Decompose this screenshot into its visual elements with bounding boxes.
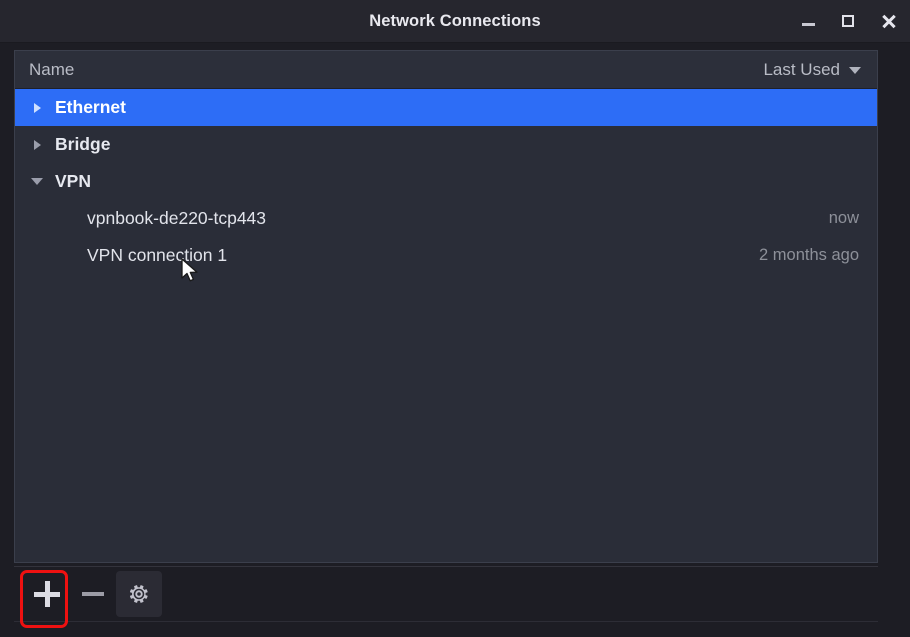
expander-collapsed-icon[interactable] bbox=[34, 102, 41, 113]
connections-panel: Name Last Used Ethernet Bridge VPN vpnbo… bbox=[14, 50, 878, 563]
maximize-button[interactable] bbox=[838, 11, 858, 31]
column-header-last-used-label: Last Used bbox=[763, 59, 840, 79]
group-label: Ethernet bbox=[55, 97, 126, 117]
list-row-group-bridge[interactable]: Bridge bbox=[15, 126, 877, 163]
column-header-last-used[interactable]: Last Used bbox=[763, 60, 861, 80]
column-header-name[interactable]: Name bbox=[29, 60, 74, 80]
group-label: Bridge bbox=[55, 134, 111, 154]
maximize-icon bbox=[842, 15, 854, 27]
edit-connection-button[interactable] bbox=[116, 571, 162, 617]
connection-last-used: 2 months ago bbox=[759, 246, 859, 264]
group-label: VPN bbox=[55, 171, 91, 191]
list-header: Name Last Used bbox=[15, 51, 877, 89]
network-connections-window: Network Connections Name Last Used Ether… bbox=[0, 0, 910, 637]
list-item-vpn-connection[interactable]: vpnbook-de220-tcp443 now bbox=[15, 200, 877, 237]
connection-last-used: now bbox=[828, 209, 859, 227]
expander-collapsed-icon[interactable] bbox=[34, 139, 41, 150]
bottom-toolbar bbox=[14, 566, 878, 622]
row-left: VPN bbox=[29, 171, 91, 192]
minus-icon bbox=[82, 591, 104, 597]
add-connection-button[interactable] bbox=[24, 571, 70, 617]
close-icon bbox=[881, 14, 896, 29]
close-button[interactable] bbox=[878, 11, 898, 31]
row-left: Bridge bbox=[29, 134, 110, 155]
plus-icon bbox=[34, 581, 60, 607]
connection-name: vpnbook-de220-tcp443 bbox=[87, 208, 267, 228]
connections-list: Ethernet Bridge VPN vpnbook-de220-tcp443… bbox=[15, 89, 877, 274]
window-title: Network Connections bbox=[369, 12, 541, 30]
minimize-button[interactable] bbox=[798, 11, 818, 31]
connection-name: VPN connection 1 bbox=[87, 245, 228, 265]
gear-icon bbox=[127, 582, 151, 606]
window-controls bbox=[798, 0, 898, 42]
title-bar: Network Connections bbox=[0, 0, 910, 43]
row-left: Ethernet bbox=[29, 97, 126, 118]
expander-expanded-icon[interactable] bbox=[31, 178, 43, 185]
list-item-vpn-connection[interactable]: VPN connection 1 2 months ago bbox=[15, 237, 877, 274]
remove-connection-button[interactable] bbox=[70, 571, 116, 617]
minimize-icon bbox=[801, 23, 815, 26]
list-row-group-vpn[interactable]: VPN bbox=[15, 163, 877, 200]
list-row-group-ethernet[interactable]: Ethernet bbox=[15, 89, 877, 126]
sort-descending-icon bbox=[849, 67, 861, 74]
